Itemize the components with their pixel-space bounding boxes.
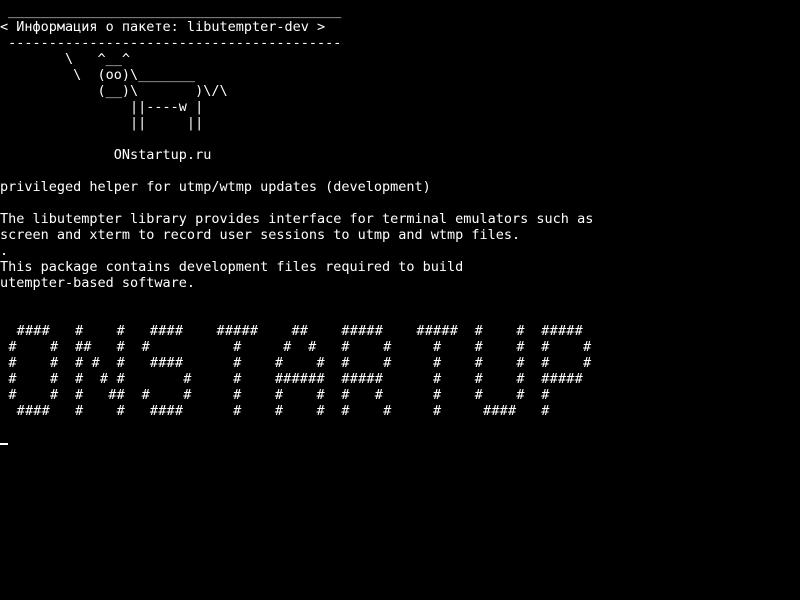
package-description-line: utempter-based software. (0, 275, 196, 291)
cow-ascii-line: (__)\ )\/\ (0, 83, 228, 99)
package-description-line: The libutempter library provides interfa… (0, 211, 594, 227)
banner-ascii-line: # # # # # # # ###### ##### # # # ##### (0, 371, 583, 387)
package-summary: privileged helper for utmp/wtmp updates … (0, 179, 431, 195)
banner-ascii-line: # # # ## # # # # # # # # # # # (0, 387, 550, 403)
banner-ascii-line: # # ## # # # # # # # # # # # # (0, 339, 592, 355)
text-cursor (0, 443, 8, 445)
package-description-line: screen and xterm to record user sessions… (0, 227, 521, 243)
terminal-output: ________________________________________… (0, 3, 593, 419)
package-description-line: This package contains development files … (0, 259, 464, 275)
cow-ascii-line: \ (oo)\_______ (0, 67, 196, 83)
banner-ascii-line: #### # # #### # # # # # # #### # (0, 403, 550, 419)
terminal-screen[interactable]: ________________________________________… (0, 0, 800, 600)
site-credit: ONstartup.ru (0, 147, 212, 163)
speech-bubble-bottom-border: ----------------------------------------… (0, 35, 342, 51)
banner-ascii-line: # # # # # #### # # # # # # # # # # (0, 355, 592, 371)
banner-ascii-line: #### # # #### ##### ## ##### ##### # # #… (0, 323, 583, 339)
cow-ascii-line: ||----w | (0, 99, 204, 115)
package-description-line: . (0, 243, 9, 259)
speech-bubble-top-border: ________________________________________… (0, 3, 342, 19)
cow-ascii-line: \ ^__^ (0, 51, 131, 67)
cow-ascii-line: || || (0, 115, 204, 131)
speech-bubble-text: < Информация о пакете: libutempter-dev > (0, 19, 326, 35)
